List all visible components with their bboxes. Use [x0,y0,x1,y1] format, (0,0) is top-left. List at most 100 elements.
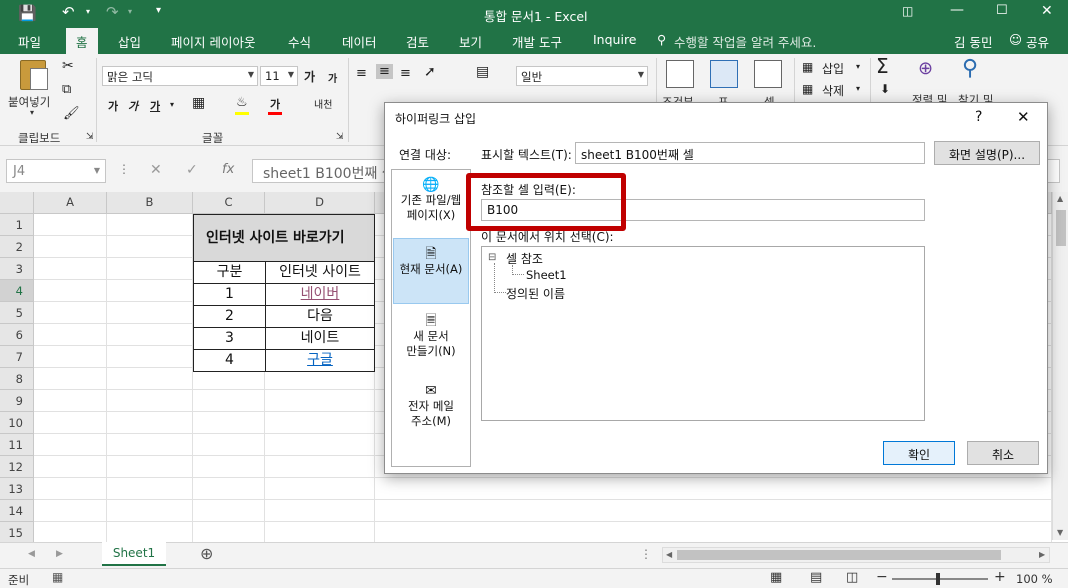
tab-inquire[interactable]: Inquire [593,32,637,47]
header-no-cell[interactable]: 구분 [193,261,266,284]
scroll-left-icon[interactable]: ◀ [666,550,672,559]
grid-cell[interactable] [34,412,107,434]
tab-page-layout[interactable]: 페이지 레이아웃 [171,32,255,51]
font-size-combo[interactable]: 11 ▼ [260,66,298,86]
header-site-cell[interactable]: 인터넷 사이트 [265,261,375,284]
add-sheet-icon[interactable]: ⊕ [200,544,213,563]
tab-insert[interactable]: 삽입 [118,32,141,51]
fill-color-icon[interactable]: ♨ [236,95,248,110]
grid-cell[interactable] [34,434,107,456]
zoom-level[interactable]: 100 % [1016,572,1053,586]
chevron-down-icon[interactable]: ▾ [856,62,860,71]
sort-filter-icon[interactable]: ⊕ [918,58,933,79]
ok-button[interactable]: 확인 [883,441,955,465]
grow-font-button[interactable]: 가 [304,68,315,85]
row-header[interactable]: 11 [0,434,34,456]
grid-cell[interactable] [265,390,375,412]
scroll-up-icon[interactable]: ▲ [1057,194,1063,203]
grid-cell[interactable] [34,368,107,390]
grid-cell[interactable] [265,478,375,500]
grid-cell[interactable] [265,412,375,434]
row-site-cell[interactable]: 네이트 [265,327,375,350]
font-color-button[interactable]: 가 [270,96,280,112]
grid-cell[interactable] [265,434,375,456]
column-header-c[interactable]: C [193,192,265,214]
align-bottom-icon[interactable]: ≡ [400,66,411,81]
row-site-link-naver[interactable]: 네이버 [265,283,375,306]
tab-formulas[interactable]: 수식 [288,32,311,51]
row-no-cell[interactable]: 3 [193,327,266,350]
horizontal-scrollbar[interactable]: ◀ ▶ [662,547,1050,563]
nav-new-document[interactable]: 🗏 새 문서 만들기(N) [393,314,469,376]
grid-cell[interactable] [107,214,193,236]
row-header[interactable]: 4 [0,280,34,302]
share-button[interactable]: 공유 [1026,32,1049,51]
row-header[interactable]: 13 [0,478,34,500]
nav-existing-file[interactable]: 🌐 기존 파일/웹 페이지(X) [393,178,469,240]
nav-current-document[interactable]: 🗎 현재 문서(A) [393,238,469,304]
next-sheet-icon[interactable]: ▶ [56,549,63,559]
site-link-text[interactable]: 구글 [307,352,333,368]
row-header[interactable]: 12 [0,456,34,478]
table-title-cell[interactable]: 인터넷 사이트 바로가기 [193,214,375,262]
prev-sheet-icon[interactable]: ◀ [28,549,35,559]
row-header[interactable]: 10 [0,412,34,434]
grid-cell[interactable] [265,456,375,478]
row-header[interactable]: 9 [0,390,34,412]
macro-record-icon[interactable]: ▦ [52,570,63,584]
grid-cell[interactable] [193,478,265,500]
vertical-scrollbar[interactable]: ▲ ▼ [1052,192,1068,540]
row-site-cell[interactable]: 다음 [265,305,375,328]
person-icon[interactable]: ☺ [1009,32,1022,47]
grid-cell[interactable] [265,500,375,522]
grid-cell[interactable] [34,478,107,500]
grid-cell[interactable] [107,302,193,324]
grid-cell[interactable] [107,280,193,302]
grid-cell[interactable] [107,500,193,522]
confirm-entry-icon[interactable]: ✓ [186,162,198,178]
tab-view[interactable]: 보기 [459,32,482,51]
delete-cells-icon[interactable]: ▦ [802,82,813,96]
cut-icon[interactable]: ✂ [62,58,74,74]
clipboard-launcher-icon[interactable]: ⇲ [86,132,94,142]
site-link-text[interactable]: 네이버 [301,286,340,302]
save-icon[interactable]: 💾 [18,4,37,22]
row-header[interactable]: 3 [0,258,34,280]
more-options-icon[interactable]: ⋮ [118,162,130,176]
grid-cell[interactable] [193,390,265,412]
zoom-slider[interactable] [892,578,988,580]
paste-dropdown-icon[interactable]: ▾ [30,108,34,117]
grid-cell[interactable] [265,522,375,544]
grid-cell[interactable] [34,236,107,258]
grid-cell[interactable] [34,280,107,302]
grid-cell[interactable] [107,236,193,258]
grid-cell[interactable] [107,346,193,368]
page-break-view-icon[interactable]: ◫ [846,570,858,585]
grid-cell[interactable] [34,258,107,280]
column-header-a[interactable]: A [34,192,107,214]
tab-review[interactable]: 검토 [406,32,429,51]
row-header[interactable]: 7 [0,346,34,368]
tree-item-sheet1[interactable]: Sheet1 [526,268,567,282]
format-painter-icon[interactable]: 🖌 [63,106,80,121]
row-header[interactable]: 1 [0,214,34,236]
grid-cell[interactable] [193,412,265,434]
find-select-icon[interactable]: ⚲ [962,56,978,81]
grid-cell[interactable] [34,522,107,544]
user-name[interactable]: 김 동민 [954,32,992,51]
grid-cell[interactable] [107,258,193,280]
row-site-link-google[interactable]: 구글 [265,349,375,372]
more-options-icon[interactable]: ⋮ [640,547,652,561]
bold-button[interactable]: 가 [108,98,118,114]
nav-email-address[interactable]: ✉ 전자 메일 주소(M) [393,384,469,446]
zoom-in-icon[interactable]: + [994,569,1006,585]
align-top-icon[interactable]: ≡ [356,66,367,81]
row-header[interactable]: 15 [0,522,34,544]
grid-cell[interactable] [107,434,193,456]
grid-cell[interactable] [107,522,193,544]
ribbon-display-icon[interactable]: ◫ [902,4,913,18]
grid-cell[interactable] [375,500,1052,522]
redo-icon[interactable]: ↷ [106,3,119,21]
tell-me-box[interactable]: 수행할 작업을 알려 주세요. [674,32,816,51]
normal-view-icon[interactable]: ▦ [770,570,782,585]
